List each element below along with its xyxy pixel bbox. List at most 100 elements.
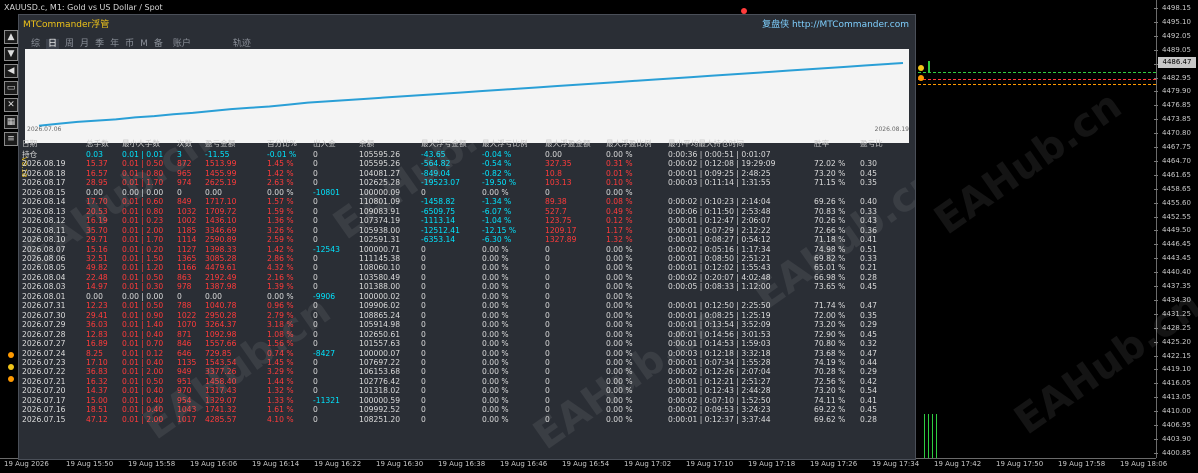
panel-icon[interactable]: ▭ bbox=[4, 81, 18, 95]
table-cell: 0.08 % bbox=[606, 197, 633, 207]
price-tick bbox=[1154, 202, 1158, 204]
table-cell: 47.12 bbox=[86, 414, 108, 424]
table-row[interactable]: 2026.07.20 14.37 0.01 | 0.40 970 1317.43 1.32… bbox=[21, 386, 895, 395]
table-cell: 0.12 % bbox=[606, 216, 633, 226]
tab-8[interactable]: 备 bbox=[154, 39, 163, 49]
volume-bars bbox=[924, 414, 940, 458]
tab-9[interactable]: 账户 bbox=[173, 39, 191, 49]
column-header: 百分比% bbox=[267, 139, 297, 148]
tab-7[interactable]: M bbox=[140, 39, 148, 49]
table-cell: 0 bbox=[421, 263, 426, 273]
table-cell: 2625.19 bbox=[205, 178, 237, 188]
column-header: 余额 bbox=[359, 139, 375, 148]
table-row[interactable]: 2026.07.30 29.41 0.01 | 0.90 1022 2950.28 2.7… bbox=[21, 311, 895, 320]
table-cell: 0.00 % bbox=[606, 310, 633, 320]
table-row[interactable]: 2026.07.27 16.89 0.01 | 0.70 846 1557.66 1.56… bbox=[21, 339, 895, 348]
table-row[interactable]: 2026.07.21 16.32 0.01 | 0.50 951 1458.40 1.44… bbox=[21, 377, 895, 386]
table-row[interactable]: 2026.08.07 15.16 0.01 | 0.20 1127 1398.33 1.4… bbox=[21, 245, 895, 254]
tab-0[interactable]: 综 bbox=[31, 39, 40, 49]
left-toolbar: ▲ ▼ ◀ ▭ ✕ ▦ ≡ bbox=[4, 30, 18, 149]
table-cell: 72.02 % bbox=[814, 159, 846, 169]
table-cell: 16.32 bbox=[86, 376, 108, 386]
table-cell bbox=[813, 188, 859, 197]
table-row[interactable]: 2026.08.11 35.70 0.01 | 2.00 1185 3346.69 3.2… bbox=[21, 226, 895, 235]
price-tick bbox=[1154, 452, 1158, 454]
table-cell: 108251.20 bbox=[359, 414, 401, 424]
table-cell: 0.00 % bbox=[482, 395, 509, 405]
tab-6[interactable]: 币 bbox=[125, 39, 134, 49]
table-cell bbox=[779, 311, 813, 320]
table-row[interactable]: 2026.07.28 12.83 0.01 | 0.40 871 1092.98 1.08… bbox=[21, 330, 895, 339]
table-row[interactable]: 2026.07.23 17.10 0.01 | 0.40 1135 1543.54 1.4… bbox=[21, 358, 895, 367]
tab-5[interactable]: 年 bbox=[110, 39, 119, 49]
tab-4[interactable]: 季 bbox=[95, 39, 104, 49]
table-cell bbox=[779, 396, 813, 405]
table-cell: 1.61 % bbox=[267, 405, 294, 415]
table-row[interactable]: 2026.08.10 29.71 0.01 | 1.70 1114 2590.89 2.5… bbox=[21, 235, 895, 244]
table-cell: 1717.10 bbox=[205, 197, 237, 207]
table-cell: 0:00:02 | 0:12:26 | 2:07:04 bbox=[668, 367, 771, 377]
bid-line bbox=[918, 72, 1156, 73]
column-header: 总手数 bbox=[86, 139, 109, 148]
table-cell: 2026.08.04 bbox=[22, 272, 66, 282]
table-cell: 73.20 % bbox=[814, 320, 846, 330]
table-cell: 73.68 % bbox=[814, 348, 846, 358]
time-label: 19 Aug 17:10 bbox=[686, 460, 734, 468]
grid-icon[interactable]: ▦ bbox=[4, 115, 18, 129]
price-label: 4416.05 bbox=[1162, 379, 1191, 388]
table-cell bbox=[779, 320, 813, 329]
table-cell bbox=[859, 292, 895, 301]
table-cell: 2.16 % bbox=[267, 272, 294, 282]
list-icon[interactable]: ≡ bbox=[4, 132, 18, 146]
table-cell: 0.01 | 1.40 bbox=[122, 320, 164, 330]
table-cell: 2026.07.22 bbox=[22, 367, 66, 377]
table-row[interactable]: 2026.08.06 32.51 0.01 | 1.50 1365 3085.28 2.8… bbox=[21, 254, 895, 263]
price-tick bbox=[1154, 21, 1158, 23]
tab-1[interactable]: 日 bbox=[46, 39, 60, 49]
panel-link[interactable]: 复盘侠 http://MTCommander.com bbox=[762, 17, 909, 30]
table-cell: 2026.07.20 bbox=[22, 386, 66, 396]
table-row[interactable]: 2026.08.13 20.53 0.01 | 0.80 1032 1709.72 1.5… bbox=[21, 207, 895, 216]
table-cell: 4.10 % bbox=[267, 414, 294, 424]
table-cell: 2026.08.17 bbox=[22, 178, 66, 188]
table-cell: 0:00:01 | 0:12:47 | 2:06:07 bbox=[668, 216, 771, 226]
table-row[interactable]: 2026.07.29 36.03 0.01 | 1.40 1070 3264.37 3.1… bbox=[21, 320, 895, 329]
table-cell: 2026.07.28 bbox=[22, 329, 66, 339]
price-tick bbox=[1154, 35, 1158, 37]
tab-10[interactable]: 轨迹 bbox=[233, 39, 251, 49]
table-cell: 0:00:06 | 0:11:50 | 2:53:48 bbox=[668, 206, 771, 216]
price-label: 4489.05 bbox=[1162, 45, 1191, 54]
table-cell bbox=[667, 188, 779, 197]
tab-3[interactable]: 月 bbox=[80, 39, 89, 49]
table-cell: 0.01 | 1.20 bbox=[122, 263, 164, 273]
table-cell: 0 bbox=[545, 348, 550, 358]
table-cell: 0.00 % bbox=[482, 339, 509, 349]
arrow-down-icon[interactable]: ▼ bbox=[4, 47, 18, 61]
table-cell bbox=[779, 188, 813, 197]
price-label: 4406.95 bbox=[1162, 421, 1191, 429]
table-cell: 0 bbox=[421, 329, 426, 339]
table-cell: 12.83 bbox=[86, 329, 108, 339]
table-row[interactable]: 2026.08.12 16.19 0.01 | 0.23 1002 1436.10 1.3… bbox=[21, 216, 895, 225]
table-cell: 12.23 bbox=[86, 301, 108, 311]
price-tick bbox=[1154, 174, 1158, 176]
table-cell: 1127 bbox=[177, 244, 197, 254]
table-cell: 1.39 % bbox=[267, 282, 294, 292]
table-cell: 0.00 % bbox=[606, 291, 633, 301]
table-row[interactable]: 2026.07.24 8.25 0.01 | 0.12 646 729.85 0.74 %… bbox=[21, 349, 895, 358]
table-row[interactable]: 2026.07.22 36.83 0.01 | 2.00 949 3377.26 3.29… bbox=[21, 367, 895, 376]
table-cell: 101318.02 bbox=[359, 386, 401, 396]
table-cell: 1.32 % bbox=[267, 386, 294, 396]
table-cell: 0.00 % bbox=[606, 253, 633, 263]
table-cell: 2026.07.15 bbox=[22, 414, 66, 424]
table-cell: 1436.10 bbox=[205, 216, 237, 226]
table-cell: 89.38 bbox=[545, 197, 567, 207]
table-cell: 2026.07.29 bbox=[22, 320, 66, 330]
close-icon[interactable]: ✕ bbox=[4, 98, 18, 112]
table-cell: 0.01 | 0.50 bbox=[122, 376, 164, 386]
arrow-up-icon[interactable]: ▲ bbox=[4, 30, 18, 44]
price-label: 4452.55 bbox=[1162, 212, 1191, 221]
arrow-left-icon[interactable]: ◀ bbox=[4, 64, 18, 78]
table-cell: 1166 bbox=[177, 263, 197, 273]
tab-2[interactable]: 周 bbox=[65, 39, 74, 49]
